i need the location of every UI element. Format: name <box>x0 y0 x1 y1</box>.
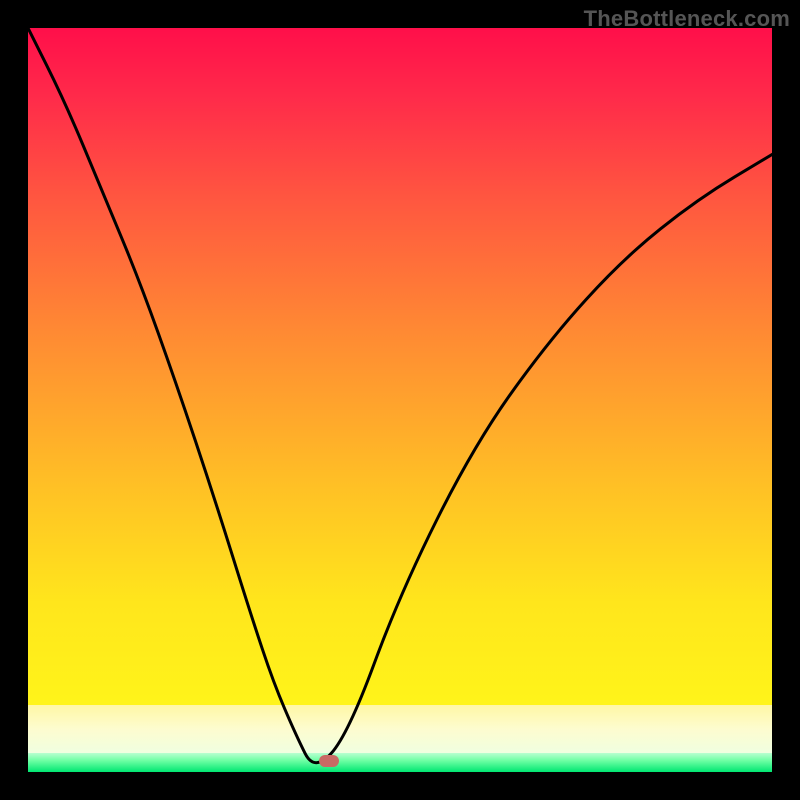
chart-frame: TheBottleneck.com <box>0 0 800 800</box>
plot-area <box>28 28 772 772</box>
minimum-marker <box>319 755 339 767</box>
bottleneck-curve <box>28 28 772 772</box>
